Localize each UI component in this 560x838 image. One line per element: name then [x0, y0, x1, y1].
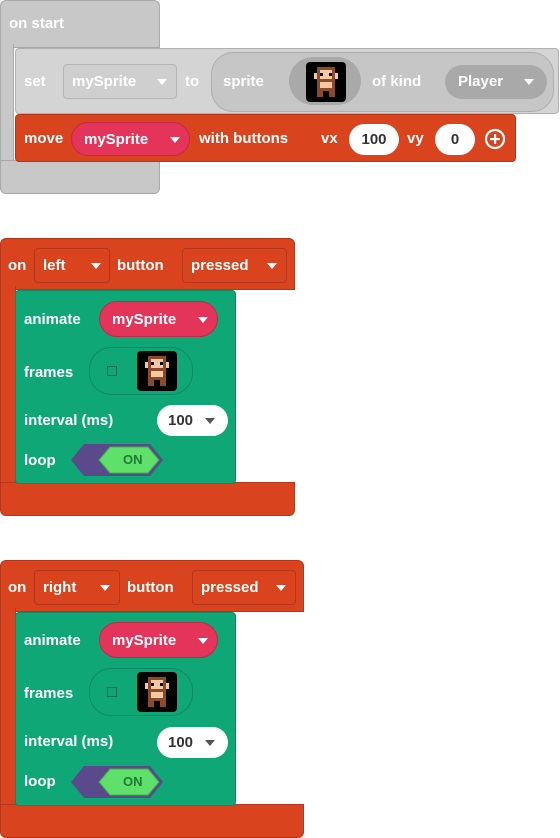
variable-dropdown-label: mySprite: [72, 73, 137, 90]
chevron-down-icon: [157, 79, 167, 85]
right-loop-value: ON: [123, 774, 143, 789]
chevron-down-icon: [205, 418, 215, 424]
plus-circle-icon[interactable]: [484, 128, 506, 150]
interval-label: interval (ms): [24, 412, 114, 429]
vy-label: vy: [407, 130, 424, 147]
loop-label: loop: [24, 773, 56, 790]
with-buttons-label: with buttons: [199, 130, 289, 147]
chevron-down-icon: [267, 263, 277, 269]
to-label: to: [185, 73, 200, 90]
left-event-dropdown[interactable]: pressed: [182, 248, 287, 283]
on-label: on: [8, 579, 27, 596]
right-interval-dropdown[interactable]: 100: [157, 727, 228, 758]
monkey-sprite-icon[interactable]: [137, 351, 177, 391]
right-animate-variable-label: mySprite: [112, 632, 177, 649]
right-button-dropdown[interactable]: right: [34, 570, 120, 605]
chevron-down-icon: [100, 585, 110, 591]
left-event-label: pressed: [191, 257, 249, 274]
right-event-dropdown[interactable]: pressed: [192, 570, 296, 605]
frames-square-icon: [107, 687, 117, 697]
right-loop-toggle[interactable]: [70, 765, 164, 799]
frames-label: frames: [24, 364, 74, 381]
left-button-dropdown[interactable]: left: [34, 248, 110, 283]
animate-label: animate: [24, 311, 81, 328]
chevron-down-icon: [205, 740, 215, 746]
left-button-label: left: [43, 257, 66, 274]
vy-input[interactable]: 0: [435, 124, 475, 155]
chevron-down-icon: [170, 137, 180, 143]
on-label: on: [8, 257, 27, 274]
left-animate-variable-dropdown[interactable]: mySprite: [99, 301, 218, 337]
right-handler-side: [0, 608, 16, 808]
left-loop-value: ON: [123, 452, 143, 467]
left-loop-toggle[interactable]: [70, 443, 164, 477]
move-variable-dropdown[interactable]: mySprite: [71, 122, 190, 156]
monkey-sprite-icon[interactable]: [306, 62, 346, 102]
chevron-down-icon: [276, 585, 286, 591]
move-label: move: [24, 130, 64, 147]
vx-label: vx: [321, 130, 338, 147]
vx-value: 100: [361, 131, 387, 148]
left-interval-value: 100: [168, 412, 194, 429]
on-start-label: on start: [9, 15, 65, 32]
vx-input[interactable]: 100: [349, 124, 399, 155]
kind-dropdown-label: Player: [458, 73, 504, 90]
right-animate-variable-dropdown[interactable]: mySprite: [99, 622, 218, 658]
chevron-down-icon: [198, 638, 208, 644]
move-variable-label: mySprite: [84, 131, 149, 148]
chevron-down-icon: [524, 79, 534, 85]
left-animate-variable-label: mySprite: [112, 311, 177, 328]
on-start-footer: [0, 160, 160, 194]
right-handler-footer: [0, 804, 304, 838]
monkey-sprite-icon[interactable]: [137, 672, 177, 712]
chevron-down-icon: [91, 263, 101, 269]
of-kind-label: of kind: [372, 73, 422, 90]
animate-label: animate: [24, 632, 81, 649]
left-interval-dropdown[interactable]: 100: [157, 405, 228, 436]
left-handler-footer: [0, 482, 295, 516]
right-button-label: right: [43, 579, 77, 596]
right-interval-value: 100: [168, 734, 194, 751]
right-event-label: pressed: [201, 579, 259, 596]
sprite-label: sprite: [223, 73, 264, 90]
frames-label: frames: [24, 685, 74, 702]
left-handler-side: [0, 286, 16, 486]
button-label: button: [117, 257, 164, 274]
button-label: button: [127, 579, 174, 596]
loop-label: loop: [24, 452, 56, 469]
frames-square-icon: [107, 366, 117, 376]
kind-dropdown[interactable]: Player: [445, 65, 547, 99]
interval-label: interval (ms): [24, 733, 114, 750]
on-start-body: [0, 44, 14, 164]
variable-dropdown[interactable]: mySprite: [63, 64, 177, 99]
chevron-down-icon: [198, 317, 208, 323]
set-label: set: [24, 73, 46, 90]
vy-value: 0: [450, 131, 460, 148]
